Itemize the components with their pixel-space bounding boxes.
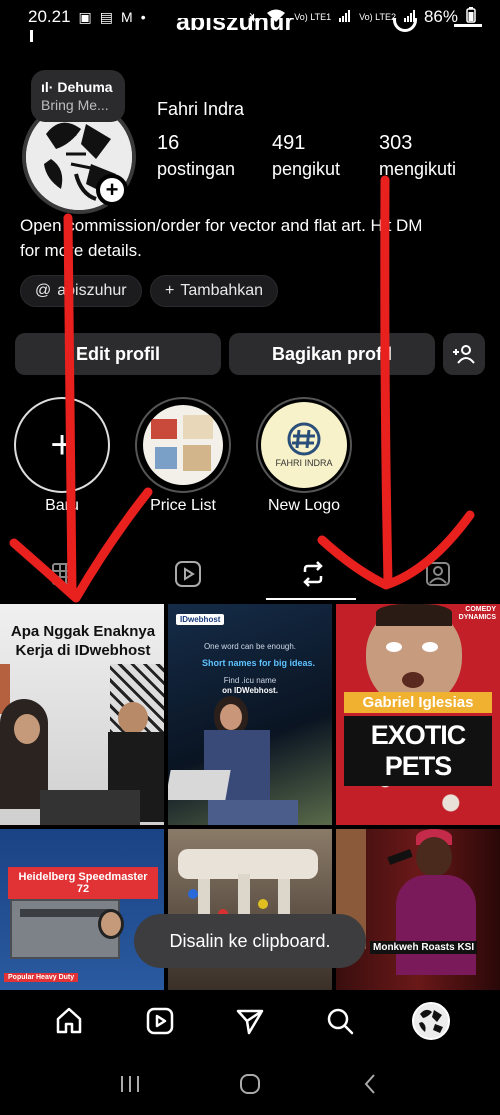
stat-label: mengikuti — [379, 159, 457, 179]
username-title[interactable]: abiszuhur — [176, 18, 294, 37]
edit-profile-button[interactable]: Edit profil — [15, 333, 221, 375]
highlight-price-list[interactable]: Price List — [135, 397, 231, 515]
nav-reels[interactable] — [140, 1001, 180, 1041]
tab-reposts[interactable] — [250, 548, 375, 600]
add-person-button[interactable] — [443, 333, 485, 375]
profile-tabs — [0, 548, 500, 600]
profile-name: Fahri Indra — [157, 99, 245, 119]
stat-following[interactable]: 303 mengikuti — [379, 132, 456, 180]
post-subtitle: Gabriel Iglesias — [344, 692, 492, 713]
add-link-pill[interactable]: + Tambahkan — [150, 275, 279, 307]
reels-icon — [146, 1007, 173, 1035]
reels-icon — [174, 561, 201, 587]
tab-grid[interactable] — [0, 548, 125, 600]
note-song: Dehuma — [57, 79, 113, 95]
highlight-label: Price List — [150, 497, 216, 514]
highlight-label: New Logo — [267, 497, 341, 514]
profile-avatar-icon — [411, 1002, 450, 1040]
share-profile-button[interactable]: Bagikan profil — [229, 333, 435, 375]
highlight-label: Baru — [45, 497, 79, 514]
post-text: on IDWebhost. — [222, 686, 278, 695]
threads-icon[interactable] — [393, 18, 417, 32]
bio-line: Open commission/order for vector and fla… — [20, 216, 423, 235]
profile-header: abiszuhur — [0, 18, 500, 42]
post-caption: Monkweh Roasts KSI — [370, 941, 478, 954]
home-icon — [56, 1007, 82, 1034]
post-tile[interactable]: Apa Nggak Enaknya Kerja di IDwebhost — [0, 604, 164, 825]
tab-reels[interactable] — [125, 548, 250, 600]
add-link-label: Tambahkan — [180, 282, 264, 299]
note-bubble[interactable]: ıl· Dehuma Bring Me... — [31, 70, 125, 122]
bio-line: for more details. — [20, 241, 142, 260]
post-text: Find .icu name — [223, 676, 277, 685]
grid-icon — [51, 563, 74, 585]
system-nav-bar — [0, 1052, 500, 1115]
stat-value: 16 — [157, 132, 180, 154]
post-text: Short names for big ideas. — [202, 658, 316, 668]
add-person-icon — [453, 345, 475, 364]
highlight-new[interactable]: + Baru — [14, 397, 110, 515]
post-tag: Popular Heavy Duty — [4, 973, 79, 982]
threads-icon: @ — [35, 282, 52, 299]
stat-label: postingan — [157, 159, 236, 179]
recents-icon — [121, 1075, 139, 1092]
post-caption: Heidelberg Speedmaster 72 — [8, 867, 158, 899]
nav-messages[interactable] — [230, 1001, 270, 1041]
plus-icon: + — [50, 422, 74, 467]
nav-profile[interactable] — [411, 1001, 451, 1041]
stat-value: 491 — [272, 132, 306, 154]
bio: Open commission/order for vector and fla… — [20, 213, 490, 263]
clipboard-toast: Disalin ke clipboard. — [134, 914, 366, 968]
menu-icon[interactable] — [454, 24, 482, 27]
post-badge: COMEDY DYNAMICS — [458, 606, 496, 621]
lock-icon — [30, 30, 33, 42]
search-icon — [328, 1008, 354, 1035]
reposts-icon — [302, 561, 323, 587]
add-story-button[interactable]: + — [96, 174, 128, 206]
post-caption: Apa Nggak Enaknya Kerja di IDwebhost — [10, 623, 156, 659]
highlight-cover: FAHRI INDRA — [261, 402, 347, 488]
hash-logo-icon — [287, 422, 321, 456]
post-title: EXOTIC PETS — [344, 716, 492, 786]
back-icon — [364, 1073, 375, 1094]
stat-followers[interactable]: 491 pengikut — [272, 132, 340, 180]
stat-label: pengikut — [272, 159, 341, 179]
threads-link-pill[interactable]: @ abiszuhur — [20, 275, 142, 307]
tagged-icon — [425, 562, 450, 586]
nav-search[interactable] — [320, 1001, 360, 1041]
tab-tagged[interactable] — [375, 548, 500, 600]
post-text: One word can be enough. — [203, 642, 297, 651]
logo-text: FAHRI INDRA — [275, 458, 333, 468]
note-title: ıl· Dehuma — [41, 79, 115, 95]
plus-icon: + — [165, 282, 175, 299]
home-circle-icon — [240, 1073, 260, 1094]
tab-active-indicator — [266, 598, 356, 600]
send-icon — [236, 1009, 264, 1035]
highlight-cover — [143, 405, 223, 485]
highlight-new-logo[interactable]: FAHRI INDRA New Logo — [256, 397, 352, 515]
nav-home[interactable] — [49, 1001, 89, 1041]
home-button[interactable] — [230, 1069, 270, 1099]
stat-value: 303 — [379, 132, 413, 154]
recents-button[interactable] — [110, 1069, 150, 1099]
threads-handle: abiszuhur — [57, 282, 127, 299]
music-icon: ıl· — [41, 79, 54, 95]
back-button[interactable] — [350, 1069, 390, 1099]
post-tile[interactable]: COMEDY DYNAMICS Gabriel Iglesias EXOTIC … — [336, 604, 500, 825]
note-artist: Bring Me... — [41, 97, 109, 113]
stat-posts[interactable]: 16 postingan — [157, 132, 235, 180]
post-tile[interactable]: IDwebhost One word can be enough. Short … — [168, 604, 332, 825]
bottom-nav — [0, 990, 500, 1052]
post-brand: IDwebhost — [176, 614, 225, 625]
